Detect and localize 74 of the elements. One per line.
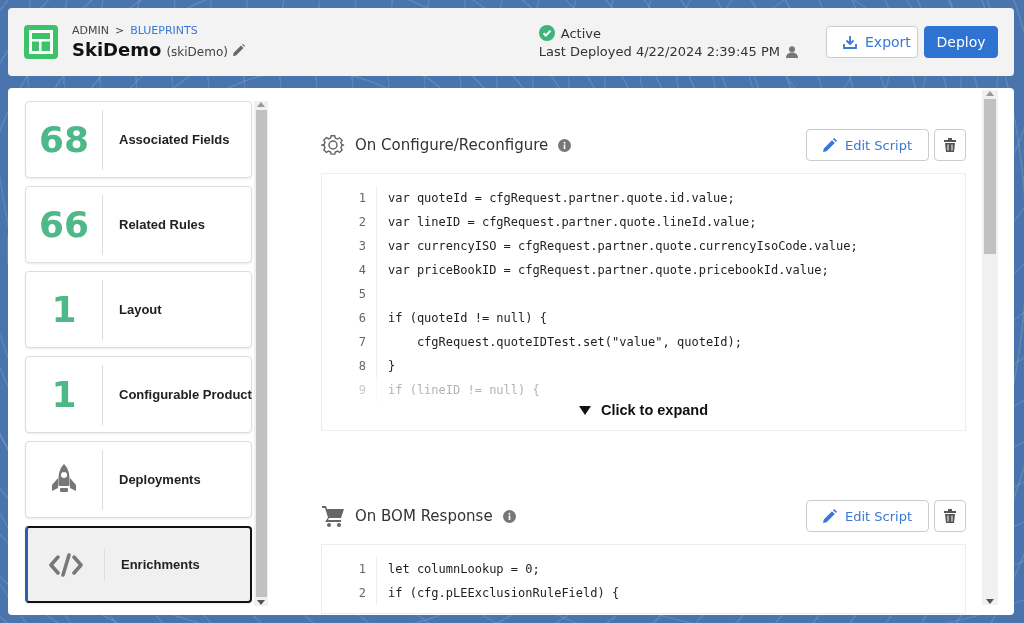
scrollbar-thumb[interactable]: [984, 99, 996, 254]
scrollbar[interactable]: [254, 101, 268, 606]
delete-button[interactable]: [934, 129, 966, 161]
export-button[interactable]: Export: [826, 26, 918, 58]
line-number: 1: [322, 557, 377, 581]
sidebar-card[interactable]: Deployments: [25, 441, 252, 518]
code-line: var priceBookID = cfgRequest.partner.quote.pricebookId.value;: [387, 263, 829, 277]
trash-icon: [944, 509, 956, 523]
code-line: var currencyISO = cfgRequest.partner.quote.currencyIsoCode.value;: [387, 239, 858, 253]
section-title: On BOM Response: [355, 507, 493, 525]
user-icon: [786, 45, 798, 58]
line-number: 1: [322, 186, 377, 210]
card-label: Related Rules: [119, 217, 205, 232]
code-line: if (quoteId != null) {: [387, 311, 547, 325]
code-line: let columnLookup = 0;: [387, 562, 540, 576]
caret-icon: [578, 405, 591, 415]
status-text: Active: [560, 25, 601, 41]
card-label: Deployments: [119, 472, 201, 487]
count-number: 68: [38, 119, 90, 160]
line-number: 2: [322, 581, 377, 605]
download-icon: [843, 35, 857, 49]
api-name: (skiDemo): [166, 45, 228, 59]
code-line: cfgRequest.quoteIDTest.set("value", quoteId);: [415, 335, 742, 349]
card-label: Associated Fields: [119, 132, 230, 147]
breadcrumb-separator: >: [114, 24, 125, 37]
scroll-up-arrow-icon[interactable]: [986, 90, 994, 96]
count-number: 1: [51, 289, 77, 330]
card-label: Layout: [119, 302, 162, 317]
line-number: 2: [322, 210, 377, 234]
code-line: var lineID = cfgRequest.partner.quote.lineId.value;: [387, 215, 757, 229]
edit-script-button[interactable]: Edit Script: [806, 500, 929, 532]
line-number: 6: [322, 306, 377, 330]
scrollbar-thumb[interactable]: [255, 110, 267, 597]
last-deployed-text: Last Deployed 4/22/2024 2:39:45 PM: [538, 44, 780, 59]
blueprint-title: SkiDemo: [72, 39, 162, 60]
cart-icon: [321, 504, 345, 528]
scrollbar[interactable]: [982, 90, 998, 605]
section-title: On Configure/Reconfigure: [355, 136, 549, 154]
edit-script-button[interactable]: Edit Script: [806, 129, 929, 161]
card-label: Enrichments: [121, 557, 200, 572]
deploy-button[interactable]: Deploy: [924, 26, 998, 58]
info-icon[interactable]: [502, 509, 516, 523]
breadcrumb-item: ADMIN: [72, 24, 109, 37]
sidebar-card[interactable]: Enrichments: [25, 526, 252, 603]
trash-icon: [944, 138, 956, 152]
line-number: 5: [322, 282, 377, 306]
code-icon: [49, 552, 83, 577]
blueprint-logo-icon: [24, 25, 58, 59]
code-line: var quoteId = cfgRequest.partner.quote.id.value;: [387, 191, 735, 205]
sidebar-card[interactable]: 1 Layout: [25, 271, 252, 348]
pencil-icon: [823, 509, 837, 523]
line-number: 7: [322, 330, 377, 354]
info-icon[interactable]: [558, 138, 572, 152]
sidebar-card[interactable]: 66 Related Rules: [25, 186, 252, 263]
sidebar-card[interactable]: 1 Configurable Product: [25, 356, 252, 433]
sidebar-card[interactable]: 68 Associated Fields: [25, 101, 252, 178]
scroll-down-arrow-icon[interactable]: [986, 599, 994, 605]
edit-icon[interactable]: [232, 44, 245, 56]
gear-icon: [321, 133, 345, 157]
card-label: Configurable Product: [119, 387, 252, 402]
count-number: 66: [38, 204, 90, 245]
scroll-up-arrow-icon[interactable]: [257, 101, 265, 107]
line-number: 4: [322, 258, 377, 282]
code-line: if (cfg.pLEExclusionRuleField) {: [387, 586, 620, 600]
check-circle-icon: [538, 25, 555, 41]
pencil-icon: [823, 138, 837, 152]
code-line: }: [387, 359, 396, 373]
count-number: 1: [51, 374, 77, 415]
breadcrumb-link[interactable]: BLUEPRINTS: [130, 24, 198, 37]
code-line: if (lineID != null) {: [387, 383, 540, 397]
line-number: 3: [322, 234, 377, 258]
line-number: 8: [322, 354, 377, 378]
scroll-down-arrow-icon[interactable]: [257, 600, 265, 606]
delete-button[interactable]: [934, 500, 966, 532]
